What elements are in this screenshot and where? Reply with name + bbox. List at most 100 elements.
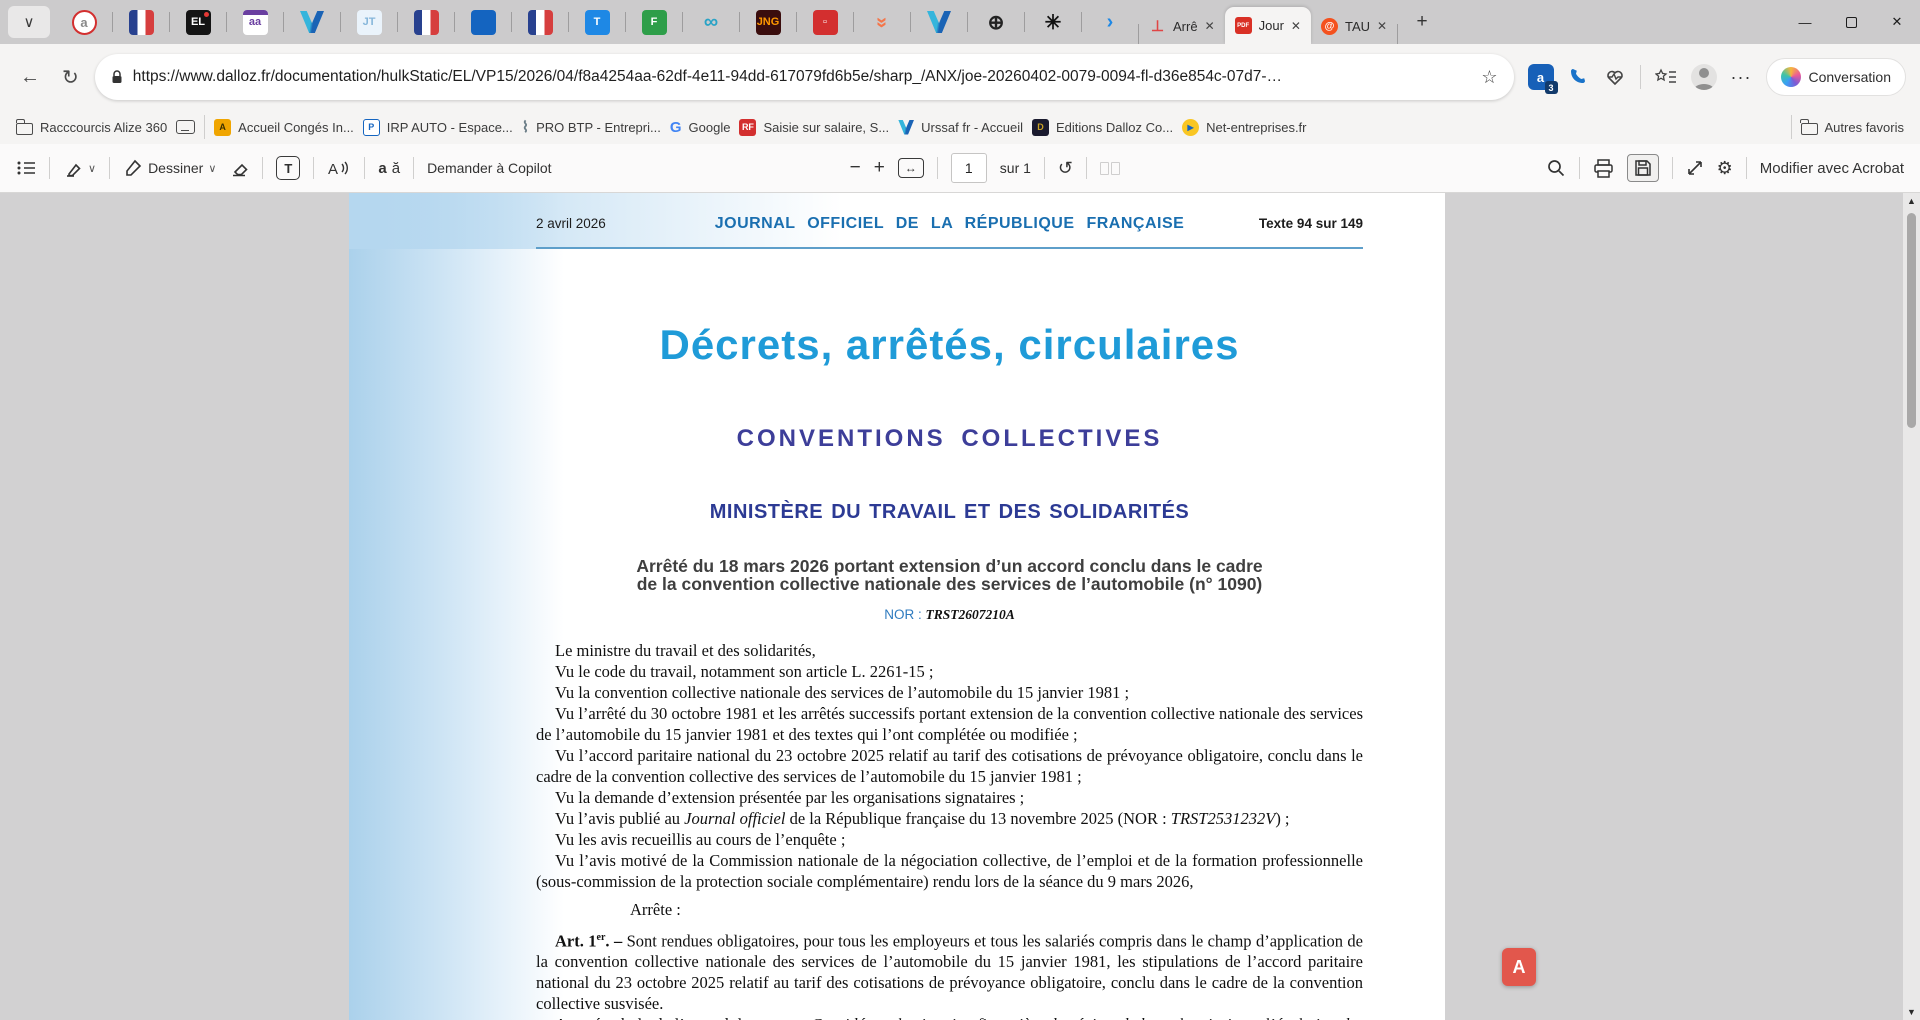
doc-paragraph: Vu l’arrêté du 30 octobre 1981 et les ar…: [536, 703, 1363, 744]
scroll-up-arrow[interactable]: ▲: [1907, 193, 1916, 209]
bookmark-conges-intemperies[interactable]: A Accueil Congés In...: [214, 118, 354, 136]
tab-journal-pdf-tab[interactable]: PDF Jour ✕: [1224, 7, 1311, 44]
tab-close-icon[interactable]: ✕: [1205, 19, 1215, 33]
saisie-salaire-icon: RF: [739, 118, 757, 136]
tab-close-icon[interactable]: ✕: [1377, 19, 1387, 33]
eraser-button[interactable]: [229, 158, 249, 178]
refresh-button[interactable]: ↻: [56, 65, 85, 90]
more-menu-button[interactable]: ···: [1731, 67, 1752, 88]
save-button[interactable]: [1626, 154, 1659, 182]
named-tabs: ⊥ Arrê ✕ PDF Jour ✕ @ TAU ✕: [1138, 0, 1399, 44]
draw-button[interactable]: Dessiner ∨: [123, 158, 216, 178]
ask-copilot-button[interactable]: Demander à Copilot: [427, 160, 552, 176]
acrobat-floating-icon[interactable]: A: [1502, 948, 1536, 986]
divider: [1639, 65, 1641, 89]
highlight-button[interactable]: ∨: [63, 158, 96, 178]
favicon-tab-f-green[interactable]: F: [626, 0, 682, 44]
copilot-conversation-button[interactable]: Conversation: [1765, 58, 1906, 96]
favicon-tab-gouv-flag-2[interactable]: [512, 0, 568, 44]
favicon-tab-amazon[interactable]: a: [56, 0, 112, 44]
favicon-tab-jng-dark[interactable]: JNG: [740, 0, 796, 44]
conges-intemperies-icon: A: [214, 118, 232, 136]
bookmark-saisie-salaire[interactable]: RF Saisie sur salaire, S...: [739, 118, 889, 136]
favicon-tab-gouv-flag[interactable]: [398, 0, 454, 44]
chevron-down-icon[interactable]: ∨: [88, 162, 96, 175]
restore-button[interactable]: [1828, 0, 1874, 44]
favicon-tab-arrow-blue[interactable]: ›: [1082, 0, 1138, 44]
favicon-tab-infinity[interactable]: ∞: [683, 0, 739, 44]
arrow-blue-icon: ›: [1106, 10, 1114, 33]
tab-search-chevron-button[interactable]: ∨: [8, 6, 50, 38]
favicon-tab-chevrons-orange[interactable]: »: [854, 0, 910, 44]
scroll-down-arrow[interactable]: ▼: [1907, 1004, 1916, 1020]
bookmark-label: PRO BTP - Entrepri...: [536, 119, 661, 135]
favicon-tab-urssaf[interactable]: [284, 0, 340, 44]
fullscreen-button[interactable]: [1686, 159, 1704, 177]
scrollbar-thumb[interactable]: [1907, 213, 1916, 428]
tab-arrete-tab[interactable]: ⊥ Arrê ✕: [1139, 8, 1225, 44]
settings-gear-icon[interactable]: ⚙: [1717, 158, 1733, 179]
favicon-tab-urssaf-2[interactable]: [911, 0, 967, 44]
bookmark-net-entreprises[interactable]: ▶ Net-entreprises.fr: [1182, 118, 1307, 136]
search-icon[interactable]: [1546, 158, 1566, 178]
vertical-scrollbar[interactable]: ▲ ▼: [1903, 193, 1920, 1020]
profile-avatar[interactable]: [1690, 64, 1717, 90]
rotate-button[interactable]: ↺: [1058, 158, 1073, 179]
print-button[interactable]: [1593, 158, 1614, 178]
gouv-flag-icon: [413, 9, 439, 35]
doc-paragraph: Art. 1er. – Sont rendues obligatoires, p…: [536, 931, 1364, 1014]
infinity-icon: ∞: [703, 10, 719, 33]
fit-to-width-button[interactable]: ↔: [897, 158, 924, 178]
minimize-button[interactable]: —: [1782, 0, 1828, 44]
new-tab-button[interactable]: +: [1404, 6, 1440, 38]
tab-label: TAU: [1344, 18, 1371, 34]
favicon-tab-globe[interactable]: ⊕: [968, 0, 1024, 44]
favicon-tab-editions-legislatives[interactable]: EL: [170, 0, 226, 44]
favicon-tab-blue-square[interactable]: [455, 0, 511, 44]
document-date: 2 avril 2026: [536, 216, 606, 231]
bookmark-google[interactable]: G Google: [670, 119, 731, 136]
favicon-tabs: a EL aa JT T F ∞ JNG ▫ » ⊕ ✳ ›: [56, 0, 1138, 44]
back-button[interactable]: ←: [14, 66, 46, 89]
chevron-down-icon[interactable]: ∨: [208, 162, 216, 175]
url-text[interactable]: https://www.dalloz.fr/documentation/hulk…: [133, 68, 1472, 86]
pdf-file-icon: PDF: [1234, 17, 1252, 34]
read-aloud-button[interactable]: A: [327, 159, 351, 177]
favicon-tab-alize[interactable]: aa: [227, 0, 283, 44]
address-bar[interactable]: https://www.dalloz.fr/documentation/hulk…: [94, 54, 1514, 100]
browser-essentials-icon[interactable]: [1604, 67, 1626, 87]
favorite-star-icon[interactable]: ☆: [1481, 67, 1497, 88]
favicon-tab-jt-pale[interactable]: JT: [341, 0, 397, 44]
table-of-contents-button[interactable]: [16, 159, 36, 177]
divider: [413, 157, 415, 179]
favorites-bar-icon[interactable]: [1654, 68, 1677, 86]
zoom-in-button[interactable]: +: [874, 157, 885, 179]
document-page: 2 avril 2026 JOURNAL OFFICIEL DE LA RÉPU…: [349, 193, 1445, 1020]
favicon-tab-stop-red[interactable]: ▫: [797, 0, 853, 44]
divider: [364, 157, 366, 179]
tab-tau-tab[interactable]: @ TAU ✕: [1311, 8, 1397, 44]
favicon-tab-openai[interactable]: ✳: [1025, 0, 1081, 44]
bookmark-irp-auto[interactable]: P IRP AUTO - Espace...: [362, 118, 513, 136]
extension-icon[interactable]: a3: [1527, 64, 1558, 94]
translate-button[interactable]: aă: [378, 160, 400, 177]
restore-icon: [1845, 16, 1857, 28]
add-text-button[interactable]: T: [276, 156, 301, 180]
bookmark-urssaf-accueil[interactable]: Urssaf fr - Accueil: [898, 119, 1023, 135]
edit-with-acrobat-button[interactable]: Modifier avec Acrobat: [1760, 160, 1904, 177]
legifrance-icon: [128, 9, 154, 35]
favicon-tab-teams-t[interactable]: T: [569, 0, 625, 44]
close-button[interactable]: ✕: [1874, 0, 1920, 44]
phone-icon[interactable]: [1568, 66, 1590, 88]
tab-close-icon[interactable]: ✕: [1291, 19, 1301, 33]
bookmark-editions-dalloz[interactable]: D Editions Dalloz Co...: [1032, 118, 1173, 136]
bookmark-other-favorites[interactable]: Autres favoris: [1800, 119, 1904, 135]
bookmark-pro-btp[interactable]: ⌇ PRO BTP - Entrepri...: [522, 118, 661, 136]
two-page-view-button[interactable]: [1100, 161, 1121, 175]
page-number-input[interactable]: [950, 153, 987, 183]
bookmark-raccourcis-alize[interactable]: Racccourcis Alize 360: [15, 119, 167, 135]
bookmark-card-bookmark[interactable]: [176, 120, 196, 134]
favicon-tab-legifrance[interactable]: [113, 0, 169, 44]
nor-line: NOR : TRST2607210A: [884, 606, 1015, 622]
zoom-out-button[interactable]: −: [850, 157, 861, 179]
